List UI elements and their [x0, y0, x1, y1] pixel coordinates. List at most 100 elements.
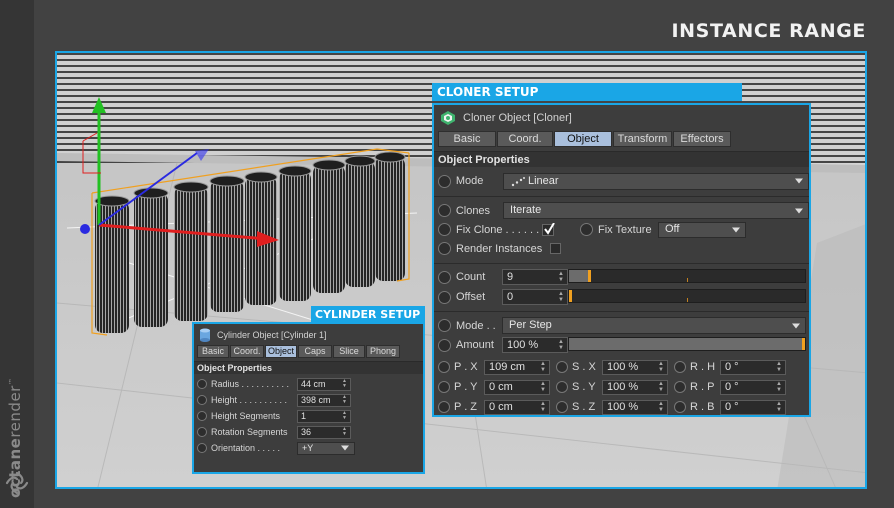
chevron-down-icon: [341, 445, 349, 451]
sx-field[interactable]: 100 % ▲ ▼: [602, 359, 668, 375]
render-instances-keyframe-radio[interactable]: [438, 242, 451, 255]
spinner-arrows-icon[interactable]: ▲ ▼: [540, 381, 546, 393]
amount-keyframe-radio[interactable]: [438, 338, 451, 352]
spinner-arrows-icon[interactable]: ▲ ▼: [776, 401, 782, 413]
tab-effectors[interactable]: Effectors: [673, 131, 731, 147]
render-instances-checkbox[interactable]: [550, 243, 561, 254]
sz-keyframe-radio[interactable]: [556, 401, 568, 413]
rotationsegments-field[interactable]: 36 ▲ ▼: [297, 425, 351, 439]
spinner-arrows-icon[interactable]: ▲ ▼: [558, 271, 564, 283]
px-value: 109 cm: [489, 360, 526, 373]
fix-texture-keyframe-radio[interactable]: [580, 223, 593, 236]
rp-field[interactable]: 0 ° ▲ ▼: [720, 379, 786, 395]
rb-field[interactable]: 0 ° ▲ ▼: [720, 399, 786, 415]
sz-field[interactable]: 100 % ▲ ▼: [602, 399, 668, 415]
py-value: 0 cm: [489, 380, 513, 393]
mode-keyframe-radio[interactable]: [438, 174, 451, 188]
sx-label: S . X: [572, 361, 596, 373]
cylinder-title: Cylinder Object [Cylinder 1]: [217, 329, 327, 340]
slider-knob[interactable]: [569, 290, 572, 302]
spinner-arrows-icon[interactable]: ▲ ▼: [558, 339, 564, 351]
offset-value: 0: [507, 291, 514, 303]
px-keyframe-radio[interactable]: [438, 361, 450, 373]
fix-texture-value: Off: [665, 222, 680, 235]
rh-field[interactable]: 0 ° ▲ ▼: [720, 359, 786, 375]
cylinder-prop-row: Height Segments 1 ▲ ▼: [197, 408, 420, 424]
spinner-arrows-icon[interactable]: ▲ ▼: [342, 395, 347, 405]
amount-field[interactable]: 100 % ▲ ▼: [502, 337, 568, 353]
spinner-arrows-icon[interactable]: ▲ ▼: [776, 381, 782, 393]
sx-keyframe-radio[interactable]: [556, 361, 568, 373]
mode2-keyframe-radio[interactable]: [438, 319, 451, 332]
pz-field[interactable]: 0 cm ▲ ▼: [484, 399, 550, 415]
rp-keyframe-radio[interactable]: [674, 381, 686, 393]
py-keyframe-radio[interactable]: [438, 381, 450, 393]
tab-transform[interactable]: Transform: [613, 131, 672, 147]
mode-dropdown[interactable]: Linear: [502, 172, 809, 190]
heightsegments-field[interactable]: 1 ▲ ▼: [297, 409, 351, 423]
py-field[interactable]: 0 cm ▲ ▼: [484, 379, 550, 395]
render-instances-row: Render Instances: [434, 239, 809, 258]
amount-label: Amount: [456, 339, 494, 351]
orientation-dropdown[interactable]: +Y: [297, 441, 355, 455]
tab-object[interactable]: Object: [265, 345, 297, 358]
spinner-arrows-icon[interactable]: ▲ ▼: [658, 381, 664, 393]
offset-label: Offset: [456, 291, 486, 303]
chevron-down-icon: [795, 208, 803, 213]
clones-dropdown[interactable]: Iterate: [503, 202, 809, 219]
tab-basic[interactable]: Basic: [197, 345, 229, 358]
spinner-arrows-icon[interactable]: ▲ ▼: [342, 379, 347, 389]
count-slider[interactable]: [568, 269, 806, 283]
spinner-arrows-icon[interactable]: ▲ ▼: [658, 401, 664, 413]
rb-value: 0 °: [725, 400, 739, 413]
mode2-dropdown[interactable]: Per Step: [502, 317, 806, 334]
height-label: Height . . . . . . . . . .: [211, 395, 288, 405]
rh-keyframe-radio[interactable]: [674, 361, 686, 373]
octane-logo-text: octanerender™: [6, 377, 24, 498]
radius-field[interactable]: 44 cm ▲ ▼: [297, 377, 351, 391]
height-field[interactable]: 398 cm ▲ ▼: [297, 393, 351, 407]
rotationsegments-keyframe-radio[interactable]: [197, 427, 207, 437]
tab-coord[interactable]: Coord.: [230, 345, 264, 358]
chevron-down-icon: [732, 227, 740, 232]
tab-phong[interactable]: Phong: [366, 345, 400, 358]
cylinder-clone: [278, 165, 312, 301]
offset-keyframe-radio[interactable]: [438, 290, 451, 304]
spinner-arrows-icon[interactable]: ▲ ▼: [776, 361, 782, 373]
tab-object[interactable]: Object: [554, 131, 612, 147]
spinner-arrows-icon[interactable]: ▲ ▼: [540, 401, 546, 413]
offset-slider[interactable]: [568, 289, 806, 303]
spinner-arrows-icon[interactable]: ▲ ▼: [658, 361, 664, 373]
tab-basic[interactable]: Basic: [438, 131, 496, 147]
px-field[interactable]: 109 cm ▲ ▼: [484, 359, 550, 375]
rb-keyframe-radio[interactable]: [674, 401, 686, 413]
fix-clone-keyframe-radio[interactable]: [438, 223, 451, 236]
fix-clone-checkbox[interactable]: [542, 222, 555, 236]
sy-keyframe-radio[interactable]: [556, 381, 568, 393]
heightsegments-keyframe-radio[interactable]: [197, 411, 207, 421]
spinner-arrows-icon[interactable]: ▲ ▼: [558, 291, 564, 303]
cloner-icon: [441, 111, 455, 125]
tab-caps[interactable]: Caps: [298, 345, 332, 358]
tab-slice[interactable]: Slice: [333, 345, 365, 358]
rp-value: 0 °: [725, 380, 739, 393]
count-keyframe-radio[interactable]: [438, 270, 451, 284]
radius-keyframe-radio[interactable]: [197, 379, 207, 389]
spinner-arrows-icon[interactable]: ▲ ▼: [342, 411, 347, 421]
heightsegments-label: Height Segments: [211, 411, 281, 421]
cylinder-section-title: Object Properties: [194, 361, 423, 374]
count-field[interactable]: 9 ▲ ▼: [502, 269, 568, 285]
spinner-arrows-icon[interactable]: ▲ ▼: [540, 361, 546, 373]
pz-keyframe-radio[interactable]: [438, 401, 450, 413]
amount-slider[interactable]: [568, 337, 806, 351]
tab-coord[interactable]: Coord.: [497, 131, 553, 147]
slider-knob[interactable]: [588, 270, 592, 282]
orientation-keyframe-radio[interactable]: [197, 443, 207, 453]
height-keyframe-radio[interactable]: [197, 395, 207, 405]
offset-field[interactable]: 0 ▲ ▼: [502, 289, 568, 305]
fix-texture-dropdown[interactable]: Off: [658, 221, 746, 238]
slider-knob[interactable]: [802, 338, 805, 350]
clones-keyframe-radio[interactable]: [438, 204, 451, 217]
sy-field[interactable]: 100 % ▲ ▼: [602, 379, 668, 395]
spinner-arrows-icon[interactable]: ▲ ▼: [342, 427, 347, 437]
